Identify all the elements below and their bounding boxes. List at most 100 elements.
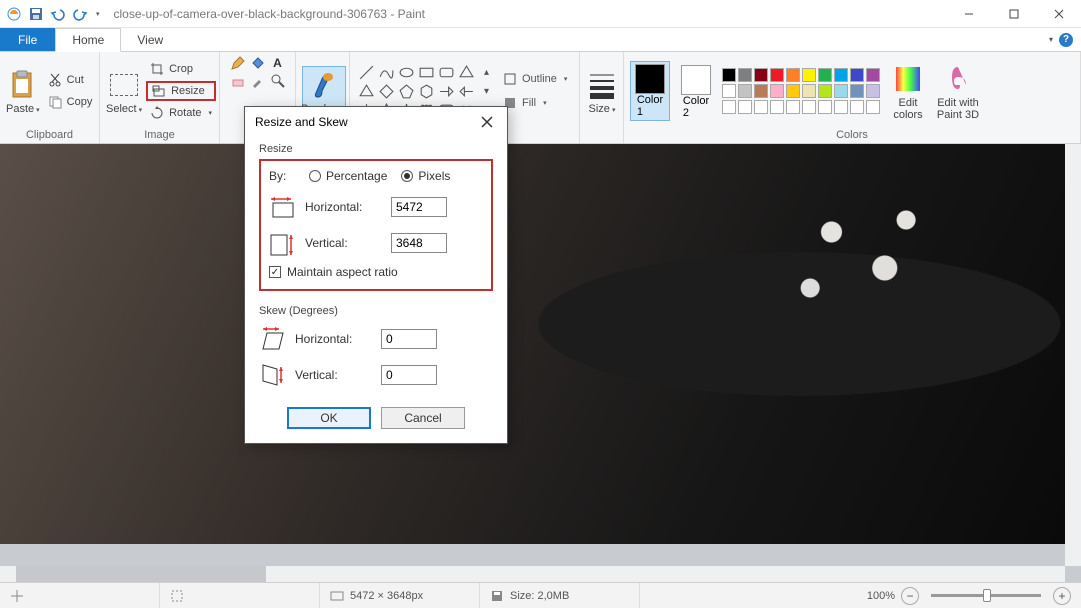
paint3d-label: Edit with Paint 3D bbox=[937, 97, 979, 121]
disk-icon bbox=[490, 589, 504, 603]
color-swatch-empty[interactable] bbox=[754, 100, 768, 114]
color-swatch[interactable] bbox=[738, 68, 752, 82]
color-swatch-empty[interactable] bbox=[850, 100, 864, 114]
select-label: Select bbox=[106, 103, 137, 115]
color-swatch[interactable] bbox=[786, 68, 800, 82]
color-swatch[interactable] bbox=[802, 68, 816, 82]
vertical-scrollbar[interactable] bbox=[1065, 144, 1081, 566]
copy-button[interactable]: Copy bbox=[44, 92, 97, 112]
cancel-button[interactable]: Cancel bbox=[381, 407, 465, 429]
status-bar: 5472 × 3648px Size: 2,0MB 100% − + bbox=[0, 582, 1081, 608]
resize-vertical-input[interactable] bbox=[391, 233, 447, 253]
undo-icon[interactable] bbox=[50, 6, 66, 22]
color2-button[interactable]: Color 2 bbox=[676, 63, 716, 119]
image-dimensions: 5472 × 3648px bbox=[350, 590, 423, 602]
color-swatch[interactable] bbox=[786, 84, 800, 98]
text-tool-icon[interactable]: A bbox=[270, 55, 286, 71]
scrollbar-thumb[interactable] bbox=[16, 566, 266, 582]
color-swatch[interactable] bbox=[834, 68, 848, 82]
horizontal-scrollbar[interactable] bbox=[0, 566, 1065, 582]
crop-button[interactable]: Crop bbox=[146, 59, 216, 79]
canvas-image[interactable] bbox=[0, 144, 1066, 544]
color-swatch[interactable] bbox=[770, 68, 784, 82]
file-size: Size: 2,0MB bbox=[510, 590, 569, 602]
selection-size-icon bbox=[170, 589, 184, 603]
rotate-button[interactable]: Rotate▾ bbox=[146, 103, 216, 123]
help-icon[interactable]: ? bbox=[1059, 33, 1073, 47]
color1-label: Color 1 bbox=[637, 94, 663, 118]
picker-tool-icon[interactable] bbox=[250, 73, 266, 89]
zoom-in-button[interactable]: + bbox=[1053, 587, 1071, 605]
zoom-level-label: 100% bbox=[867, 590, 895, 602]
file-tab[interactable]: File bbox=[0, 28, 55, 51]
ribbon: Paste▾ Cut Copy Clipboard Select▾ Crop R… bbox=[0, 52, 1081, 144]
select-button[interactable]: Select▾ bbox=[106, 67, 142, 115]
size-button[interactable]: Size▾ bbox=[586, 67, 618, 115]
percentage-radio[interactable]: Percentage bbox=[309, 169, 387, 183]
eraser-tool-icon[interactable] bbox=[230, 73, 246, 89]
skew-horizontal-input[interactable] bbox=[381, 329, 437, 349]
color-swatch-empty[interactable] bbox=[866, 100, 880, 114]
skew-horizontal-label: Horizontal: bbox=[295, 332, 373, 346]
paint3d-button[interactable]: Edit with Paint 3D bbox=[936, 61, 980, 121]
color-swatch[interactable] bbox=[722, 68, 736, 82]
fill-label: Fill bbox=[522, 97, 536, 109]
save-icon[interactable] bbox=[28, 6, 44, 22]
color-palette[interactable] bbox=[722, 68, 880, 114]
color-swatch-empty[interactable] bbox=[786, 100, 800, 114]
color-swatch[interactable] bbox=[866, 84, 880, 98]
ribbon-collapse-icon[interactable]: ▾ bbox=[1049, 35, 1053, 44]
color-swatch[interactable] bbox=[770, 84, 784, 98]
zoom-out-button[interactable]: − bbox=[901, 587, 919, 605]
color-swatch[interactable] bbox=[850, 84, 864, 98]
minimize-button[interactable] bbox=[946, 0, 991, 28]
color-swatch-empty[interactable] bbox=[818, 100, 832, 114]
zoom-tool-icon[interactable] bbox=[270, 73, 286, 89]
color1-button[interactable]: Color 1 bbox=[630, 61, 670, 121]
shape-fill-button[interactable]: Fill▾ bbox=[503, 93, 567, 113]
color-swatch-empty[interactable] bbox=[802, 100, 816, 114]
color-swatch-empty[interactable] bbox=[722, 100, 736, 114]
redo-icon[interactable] bbox=[72, 6, 88, 22]
copy-label: Copy bbox=[67, 96, 93, 108]
dialog-close-button[interactable] bbox=[477, 112, 497, 132]
zoom-slider[interactable] bbox=[931, 594, 1041, 597]
fill-tool-icon[interactable] bbox=[250, 55, 266, 71]
edit-colors-button[interactable]: Edit colors bbox=[886, 61, 930, 121]
color-swatch[interactable] bbox=[866, 68, 880, 82]
color-swatch-empty[interactable] bbox=[738, 100, 752, 114]
color-swatch[interactable] bbox=[818, 68, 832, 82]
maintain-aspect-checkbox[interactable]: ✓ Maintain aspect ratio bbox=[269, 265, 483, 279]
colors-group-label: Colors bbox=[630, 127, 1074, 143]
paste-button[interactable]: Paste▾ bbox=[6, 67, 40, 115]
color-swatch[interactable] bbox=[754, 68, 768, 82]
rotate-label: Rotate bbox=[169, 107, 201, 119]
qat-dropdown[interactable]: ▾ bbox=[96, 10, 100, 18]
pencil-tool-icon[interactable] bbox=[230, 55, 246, 71]
color-swatch-empty[interactable] bbox=[834, 100, 848, 114]
maximize-button[interactable] bbox=[991, 0, 1036, 28]
pixels-radio[interactable]: Pixels bbox=[401, 169, 450, 183]
cursor-position-icon bbox=[10, 589, 24, 603]
resize-section-label: Resize bbox=[259, 143, 493, 155]
skew-vertical-input[interactable] bbox=[381, 365, 437, 385]
home-tab[interactable]: Home bbox=[55, 28, 121, 52]
color-swatch[interactable] bbox=[754, 84, 768, 98]
shape-outline-button[interactable]: Outline▾ bbox=[503, 69, 567, 89]
resize-button[interactable]: Resize bbox=[146, 81, 216, 101]
color-swatch[interactable] bbox=[818, 84, 832, 98]
resize-horizontal-input[interactable] bbox=[391, 197, 447, 217]
color-swatch[interactable] bbox=[802, 84, 816, 98]
ok-button[interactable]: OK bbox=[287, 407, 371, 429]
edit-colors-label: Edit colors bbox=[893, 97, 922, 121]
cut-button[interactable]: Cut bbox=[44, 70, 97, 90]
color-swatch[interactable] bbox=[722, 84, 736, 98]
color-swatch[interactable] bbox=[738, 84, 752, 98]
by-label: By: bbox=[269, 169, 295, 183]
color-swatch[interactable] bbox=[834, 84, 848, 98]
close-button[interactable] bbox=[1036, 0, 1081, 28]
view-tab[interactable]: View bbox=[121, 28, 179, 51]
color2-label: Color 2 bbox=[683, 95, 709, 119]
color-swatch[interactable] bbox=[850, 68, 864, 82]
color-swatch-empty[interactable] bbox=[770, 100, 784, 114]
